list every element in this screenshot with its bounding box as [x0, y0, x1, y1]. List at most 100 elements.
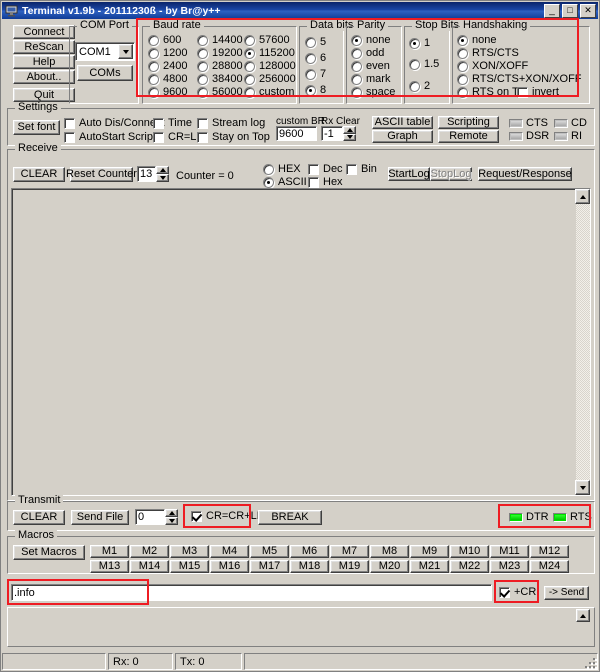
- rx-clear-input[interactable]: -1: [321, 126, 343, 141]
- ascii-table-button[interactable]: ASCII table: [372, 116, 433, 129]
- baud-radio-4800[interactable]: 4800: [148, 74, 187, 85]
- macro-button-m21[interactable]: M21: [410, 560, 449, 573]
- receive-clear-button[interactable]: CLEAR: [13, 167, 65, 182]
- spinner-up-icon[interactable]: [343, 126, 356, 134]
- stream-log-checkbox[interactable]: Stream log: [197, 118, 265, 129]
- rescan-button[interactable]: ReScan: [13, 40, 75, 54]
- send-button[interactable]: -> Send: [544, 586, 589, 600]
- macro-button-m13[interactable]: M13: [90, 560, 129, 573]
- auto-disconnect-checkbox[interactable]: Auto Dis/Connect: [64, 118, 165, 129]
- baud-radio-56000[interactable]: 56000: [197, 87, 243, 98]
- macro-button-m12[interactable]: M12: [530, 545, 569, 558]
- scroll-down-button[interactable]: [575, 480, 590, 495]
- receive-hex-checkbox[interactable]: Hex: [308, 177, 343, 188]
- spinner-down-icon[interactable]: [156, 174, 169, 182]
- cr-equals-lf-checkbox[interactable]: CR=LF: [153, 132, 203, 143]
- macro-button-m5[interactable]: M5: [250, 545, 289, 558]
- receive-ascii-radio[interactable]: ASCII: [263, 177, 307, 188]
- macro-button-m1[interactable]: M1: [90, 545, 129, 558]
- remote-button[interactable]: Remote: [438, 130, 499, 143]
- transmit-delay-input[interactable]: 0: [135, 509, 165, 525]
- stoplog-button[interactable]: StopLog: [430, 167, 472, 181]
- receive-textarea[interactable]: [11, 188, 591, 496]
- macro-button-m15[interactable]: M15: [170, 560, 209, 573]
- help-button[interactable]: Help: [13, 55, 75, 69]
- macro-button-m16[interactable]: M16: [210, 560, 249, 573]
- data-bits-radio-7[interactable]: 7: [305, 69, 326, 80]
- baud-radio-57600[interactable]: 57600: [244, 35, 290, 46]
- transmit-clear-button[interactable]: CLEAR: [13, 510, 65, 525]
- handshaking-radio-rts-cts[interactable]: RTS/CTS: [457, 48, 519, 59]
- graph-button[interactable]: Graph: [372, 130, 433, 143]
- extra-scroll-up-button[interactable]: [576, 609, 590, 622]
- macro-button-m7[interactable]: M7: [330, 545, 369, 558]
- stop-bits-radio-1-5[interactable]: 1.5: [409, 59, 439, 70]
- spinner-up-icon[interactable]: [156, 166, 169, 174]
- minimize-button[interactable]: _: [544, 3, 560, 18]
- handshaking-radio-rts-cts-xon-xoff[interactable]: RTS/CTS+XON/XOFF: [457, 74, 582, 85]
- macro-button-m17[interactable]: M17: [250, 560, 289, 573]
- custom-br-input[interactable]: 9600: [276, 126, 317, 141]
- baud-radio-custom[interactable]: custom: [244, 87, 294, 98]
- cr-crlf-checkbox[interactable]: CR=CR+LF: [191, 511, 263, 522]
- baud-radio-256000[interactable]: 256000: [244, 74, 296, 85]
- macro-button-m11[interactable]: M11: [490, 545, 529, 558]
- baud-radio-600[interactable]: 600: [148, 35, 181, 46]
- stop-bits-radio-2[interactable]: 2: [409, 81, 430, 92]
- macro-button-m20[interactable]: M20: [370, 560, 409, 573]
- spinner-down-icon[interactable]: [343, 133, 356, 141]
- quit-button[interactable]: Quit: [13, 88, 75, 102]
- set-font-button[interactable]: Set font: [13, 120, 60, 135]
- receive-bin-checkbox[interactable]: Bin: [346, 164, 377, 175]
- macro-button-m24[interactable]: M24: [530, 560, 569, 573]
- coms-button[interactable]: COMs: [77, 65, 133, 81]
- data-bits-radio-6[interactable]: 6: [305, 53, 326, 64]
- rx-clear-spinner[interactable]: [343, 126, 356, 141]
- baud-radio-2400[interactable]: 2400: [148, 61, 187, 72]
- baud-radio-19200[interactable]: 19200: [197, 48, 243, 59]
- data-bits-radio-5[interactable]: 5: [305, 37, 326, 48]
- break-button[interactable]: BREAK: [258, 510, 322, 525]
- macro-button-m6[interactable]: M6: [290, 545, 329, 558]
- macro-button-m19[interactable]: M19: [330, 560, 369, 573]
- baud-radio-115200[interactable]: 115200: [244, 48, 295, 59]
- chevron-down-icon[interactable]: [118, 44, 133, 59]
- time-checkbox[interactable]: Time: [153, 118, 192, 129]
- spinner-down-icon[interactable]: [165, 517, 178, 525]
- connect-button[interactable]: Connect: [13, 25, 75, 39]
- plus-cr-checkbox[interactable]: +CR: [499, 587, 536, 598]
- transmit-delay-spinner[interactable]: [165, 509, 178, 525]
- rts-indicator[interactable]: RTS: [553, 512, 592, 523]
- macro-button-m22[interactable]: M22: [450, 560, 489, 573]
- macro-button-m10[interactable]: M10: [450, 545, 489, 558]
- handshaking-radio-rts-on-tx[interactable]: RTS on TX: [457, 87, 526, 98]
- dtr-indicator[interactable]: DTR: [509, 512, 549, 523]
- receive-dec-checkbox[interactable]: Dec: [308, 164, 343, 175]
- scripting-button[interactable]: Scripting: [438, 116, 499, 129]
- resize-grip-icon[interactable]: [585, 657, 597, 669]
- baud-radio-14400[interactable]: 14400: [197, 35, 243, 46]
- scroll-up-button[interactable]: [575, 189, 590, 204]
- macro-button-m2[interactable]: M2: [130, 545, 169, 558]
- startlog-button[interactable]: StartLog: [388, 167, 430, 181]
- about-button[interactable]: About..: [13, 70, 75, 84]
- baud-radio-128000[interactable]: 128000: [244, 61, 296, 72]
- autostart-script-checkbox[interactable]: AutoStart Script: [64, 132, 156, 143]
- baud-radio-1200[interactable]: 1200: [148, 48, 187, 59]
- handshaking-invert-checkbox[interactable]: invert: [517, 87, 559, 98]
- macro-button-m14[interactable]: M14: [130, 560, 169, 573]
- maximize-button[interactable]: □: [562, 3, 578, 18]
- set-macros-button[interactable]: Set Macros: [13, 545, 85, 560]
- macro-button-m23[interactable]: M23: [490, 560, 529, 573]
- close-button[interactable]: ✕: [580, 3, 596, 18]
- parity-radio-mark[interactable]: mark: [351, 74, 390, 85]
- counter-input[interactable]: 13: [137, 166, 156, 182]
- macro-button-m4[interactable]: M4: [210, 545, 249, 558]
- spinner-up-icon[interactable]: [165, 509, 178, 517]
- parity-radio-space[interactable]: space: [351, 87, 395, 98]
- stop-bits-radio-1[interactable]: 1: [409, 38, 430, 49]
- macro-button-m8[interactable]: M8: [370, 545, 409, 558]
- receive-scrollbar[interactable]: [575, 189, 590, 495]
- baud-radio-28800[interactable]: 28800: [197, 61, 243, 72]
- handshaking-radio-none[interactable]: none: [457, 35, 496, 46]
